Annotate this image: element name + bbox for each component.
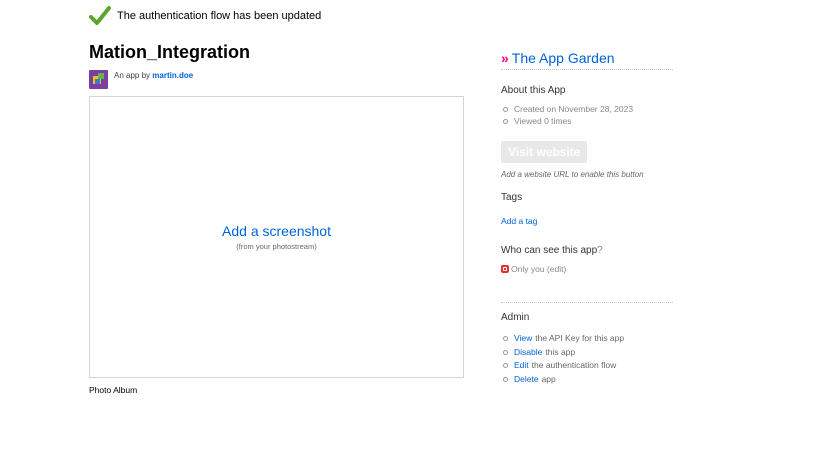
admin-list: View the API Key for this app Disable this… — [501, 332, 673, 386]
bullet-icon — [503, 107, 508, 113]
screenshot-subtext: (from your photostream) — [236, 242, 317, 251]
add-tag-link[interactable]: Add a tag — [501, 216, 537, 226]
admin-title: Admin — [501, 312, 530, 323]
lock-icon — [501, 265, 509, 273]
divider — [501, 302, 673, 303]
success-notice: The authentication flow has been updated — [89, 5, 321, 27]
admin-item-disable: Disable this app — [501, 346, 673, 360]
visit-website-note: Add a website URL to enable this button — [501, 170, 644, 179]
edit-auth-flow-link[interactable]: Edit — [514, 359, 529, 373]
visit-website-button[interactable]: Visit website — [501, 141, 588, 163]
tags-title: Tags — [501, 192, 523, 203]
privacy-setting: Only you (edit) — [501, 264, 673, 274]
admin-item-edit-flow: Edit the authentication flow — [501, 359, 673, 373]
admin-item-view-api-key: View the API Key for this app — [501, 332, 673, 346]
bullet-icon — [503, 376, 508, 382]
privacy-label: Only you — [511, 264, 545, 274]
about-created: Created on November 28, 2023 — [501, 104, 673, 116]
byline-text: An app by martin.doe — [114, 71, 193, 80]
about-views: Viewed 0 times — [501, 116, 673, 128]
app-garden-link[interactable]: The App Garden — [512, 50, 615, 66]
about-list: Created on November 28, 2023 Viewed 0 ti… — [501, 104, 673, 127]
checkmark-icon — [89, 6, 111, 25]
help-question-mark[interactable]: ? — [597, 245, 603, 256]
app-byline: An app by martin.doe — [89, 70, 193, 89]
screenshot-placeholder: Add a screenshot (from your photostream) — [89, 96, 464, 378]
notice-text: The authentication flow has been updated — [117, 10, 322, 22]
double-arrow-icon: » — [501, 50, 509, 66]
add-screenshot-link[interactable]: Add a screenshot — [222, 223, 331, 239]
app-avatar[interactable] — [89, 70, 108, 89]
about-title: About this App — [501, 85, 566, 96]
author-link[interactable]: martin.doe — [152, 71, 193, 80]
view-api-key-link[interactable]: View — [514, 332, 532, 346]
privacy-edit-link[interactable]: (edit) — [547, 264, 566, 274]
bullet-icon — [503, 349, 508, 355]
admin-item-delete: Delete app — [501, 373, 673, 387]
disable-app-link[interactable]: Disable — [514, 346, 542, 360]
delete-app-link[interactable]: Delete — [514, 373, 539, 387]
bullet-icon — [503, 336, 508, 342]
bullet-icon — [503, 363, 508, 369]
byline-prefix: An app by — [114, 71, 151, 80]
app-garden-header: » The App Garden — [501, 50, 673, 70]
visibility-title: Who can see this app? — [501, 245, 603, 256]
photo-album-label: Photo Album — [89, 385, 138, 395]
app-title: Mation_Integration — [89, 42, 250, 62]
bullet-icon — [503, 118, 508, 124]
sidebar: » The App Garden About this App Created o… — [501, 50, 673, 386]
